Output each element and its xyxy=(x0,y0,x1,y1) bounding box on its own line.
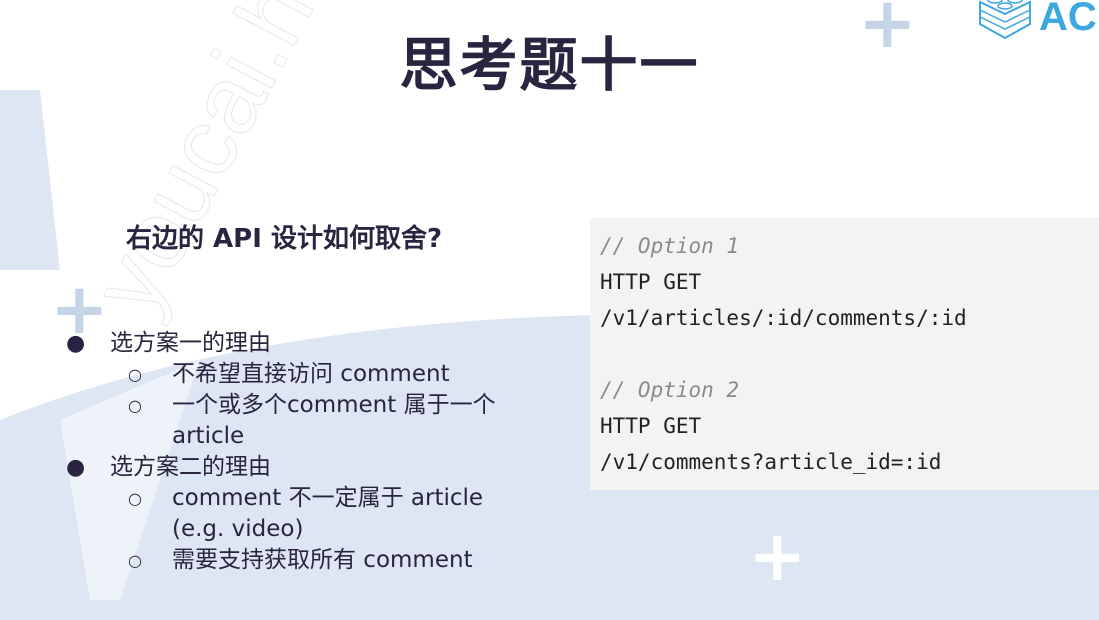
circle-bullet-icon: ○ xyxy=(128,489,142,508)
sub-bullet-item: ○ 不希望直接访问 comment xyxy=(60,359,542,390)
bullet-item: ● 选方案一的理由 xyxy=(60,328,542,359)
sub-bullet-text: 一个或多个comment 属于一个 article xyxy=(172,392,496,449)
code-line: /v1/articles/:id/comments/:id xyxy=(600,306,967,330)
bullet-list: ● 选方案一的理由 ○ 不希望直接访问 comment ○ 一个或多个comment … xyxy=(60,328,542,576)
circle-bullet-icon: ○ xyxy=(128,365,142,384)
plus-decoration-icon: + xyxy=(748,515,807,597)
bullet-text: 选方案二的理由 xyxy=(110,454,271,480)
code-line: HTTP GET xyxy=(600,414,702,438)
sub-bullet-item: ○ 一个或多个comment 属于一个 article xyxy=(60,390,542,452)
slide-subtitle: 右边的 API 设计如何取舍? xyxy=(126,224,443,254)
slide-title: 思考题十一 xyxy=(399,31,700,99)
bullet-icon: ● xyxy=(66,331,86,356)
sub-bullet-item: ○ comment 不一定属于 article (e.g. video) xyxy=(60,483,542,545)
bullet-text: 选方案一的理由 xyxy=(110,330,271,356)
code-comment: // Option 2 xyxy=(600,378,740,402)
code-block: // Option 1 HTTP GET /v1/articles/:id/co… xyxy=(590,218,1099,490)
code-line: HTTP GET xyxy=(600,270,702,294)
bullet-icon: ● xyxy=(66,455,86,480)
circle-bullet-icon: ○ xyxy=(128,396,142,415)
circle-bullet-icon: ○ xyxy=(128,551,142,570)
sub-bullet-item: ○ 需要支持获取所有 comment xyxy=(60,545,542,576)
code-line: /v1/comments?article_id=:id xyxy=(600,450,942,474)
sub-bullet-text: comment 不一定属于 article (e.g. video) xyxy=(172,485,484,542)
bullet-item: ● 选方案二的理由 xyxy=(60,452,542,483)
sub-bullet-text: 需要支持获取所有 comment xyxy=(172,547,473,573)
sub-bullet-text: 不希望直接访问 comment xyxy=(172,361,450,387)
code-comment: // Option 1 xyxy=(600,234,740,258)
